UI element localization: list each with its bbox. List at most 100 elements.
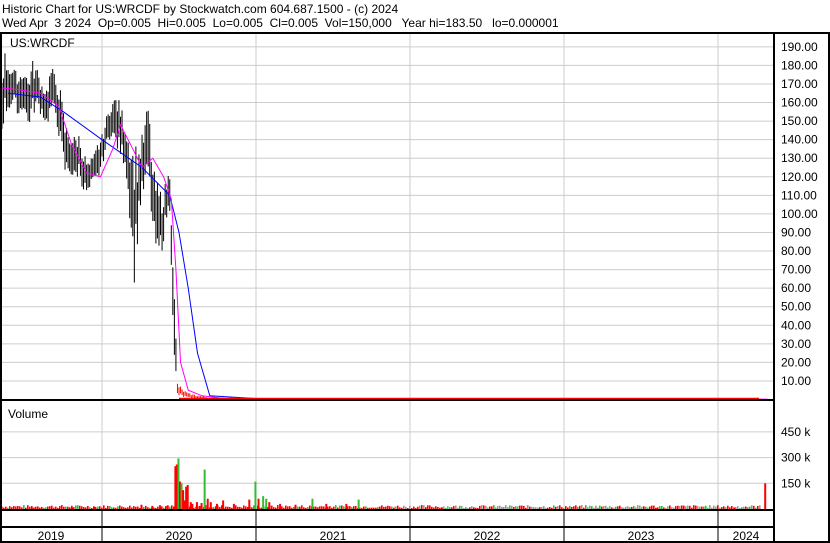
volume-bar: [147, 507, 149, 509]
volume-bar: [415, 507, 417, 509]
volume-bar: [443, 506, 445, 509]
volume-bar: [265, 498, 268, 509]
volume-bar: [69, 507, 71, 509]
volume-bar: [597, 507, 599, 509]
volume-bar: [715, 506, 717, 509]
volume-bar: [121, 506, 123, 509]
volume-bar: [262, 496, 265, 509]
volume-bar: [431, 506, 433, 509]
volume-bar: [635, 507, 637, 509]
volume-bar: [521, 505, 523, 509]
volume-bar: [629, 507, 631, 509]
volume-bar: [15, 506, 17, 509]
volume-bar: [594, 507, 597, 509]
volume-bar: [139, 507, 141, 509]
volume-bar: [107, 505, 109, 509]
volume-bar: [577, 506, 579, 509]
volume-bar: [339, 505, 341, 509]
volume-bar: [467, 507, 469, 509]
volume-bar: [353, 506, 355, 509]
volume-bar: [399, 507, 401, 509]
price-tick-label: 100.00: [781, 207, 818, 221]
volume-bar: [377, 507, 379, 509]
volume-bar: [245, 506, 247, 509]
volume-bar: [413, 506, 415, 509]
volume-bar: [645, 506, 647, 509]
volume-bar: [257, 498, 260, 509]
price-tick-label: 140.00: [781, 133, 818, 147]
volume-bar: [561, 507, 563, 509]
volume-bar: [433, 507, 435, 509]
volume-bar: [693, 505, 695, 509]
volume-bar: [747, 507, 749, 509]
volume-bar: [691, 507, 693, 509]
volume-bar: [637, 505, 639, 509]
volume-bar: [697, 506, 699, 509]
volume-bar: [21, 507, 23, 509]
volume-bar: [611, 507, 613, 509]
volume-bar: [499, 505, 501, 509]
volume-bar: [323, 506, 325, 509]
volume-bar: [501, 506, 503, 509]
volume-bar: [639, 505, 641, 509]
volume-bar: [569, 505, 571, 509]
symbol-label: US:WRCDF: [10, 36, 75, 50]
volume-bar: [253, 505, 255, 509]
volume-bar: [17, 505, 19, 509]
volume-bar: [681, 505, 683, 509]
volume-bar: [485, 505, 487, 509]
volume-bar: [615, 506, 617, 509]
volume-bar: [427, 505, 429, 509]
volume-bar: [687, 505, 689, 509]
volume-bar: [387, 505, 389, 509]
price-tick-label: 10.00: [781, 374, 811, 388]
volume-bar: [297, 506, 299, 509]
volume-bar: [145, 505, 147, 509]
volume-bar: [563, 507, 565, 509]
volume-bar: [667, 506, 669, 509]
volume-bar: [83, 507, 85, 509]
volume-bar: [475, 507, 477, 509]
volume-bar: [519, 505, 521, 509]
volume-bar: [91, 507, 93, 509]
volume-bar: [727, 505, 729, 509]
volume-bar: [587, 507, 589, 509]
volume-bar: [689, 505, 691, 509]
volume-bar: [605, 505, 607, 509]
volume-bar: [425, 507, 427, 509]
volume-bar: [429, 505, 431, 509]
price-tick-label: 90.00: [781, 225, 811, 239]
volume-bar: [47, 506, 49, 509]
volume-bar: [389, 506, 391, 509]
volume-bar: [409, 505, 411, 509]
volume-bar: [599, 505, 601, 509]
price-tick-label: 110.00: [781, 188, 817, 202]
volume-bar: [157, 506, 159, 509]
volume-bar: [479, 505, 481, 509]
volume-bar: [125, 507, 127, 509]
volume-bar: [575, 505, 577, 509]
volume-bar: [294, 504, 297, 509]
volume-bar: [613, 507, 615, 509]
volume-bar: [131, 507, 133, 509]
moving-average-short: [0, 87, 768, 400]
volume-bar: [679, 505, 681, 509]
volume-bar: [171, 505, 173, 509]
volume-bar: [439, 507, 441, 509]
volume-bar: [117, 506, 119, 509]
volume-bar: [753, 505, 755, 509]
volume-bar: [235, 505, 237, 509]
volume-bar: [545, 507, 547, 509]
volume-bar: [165, 506, 167, 509]
volume-tick-label: 300 k: [781, 451, 811, 465]
volume-bar: [229, 507, 231, 509]
volume-bar: [455, 505, 457, 509]
volume-bar: [343, 506, 345, 509]
volume-bar: [703, 506, 705, 509]
volume-bar: [511, 505, 513, 509]
volume-bar: [533, 506, 535, 509]
volume-bar: [345, 503, 348, 509]
volume-bar: [268, 502, 271, 509]
volume-bar: [579, 505, 581, 509]
volume-bar: [721, 507, 723, 509]
